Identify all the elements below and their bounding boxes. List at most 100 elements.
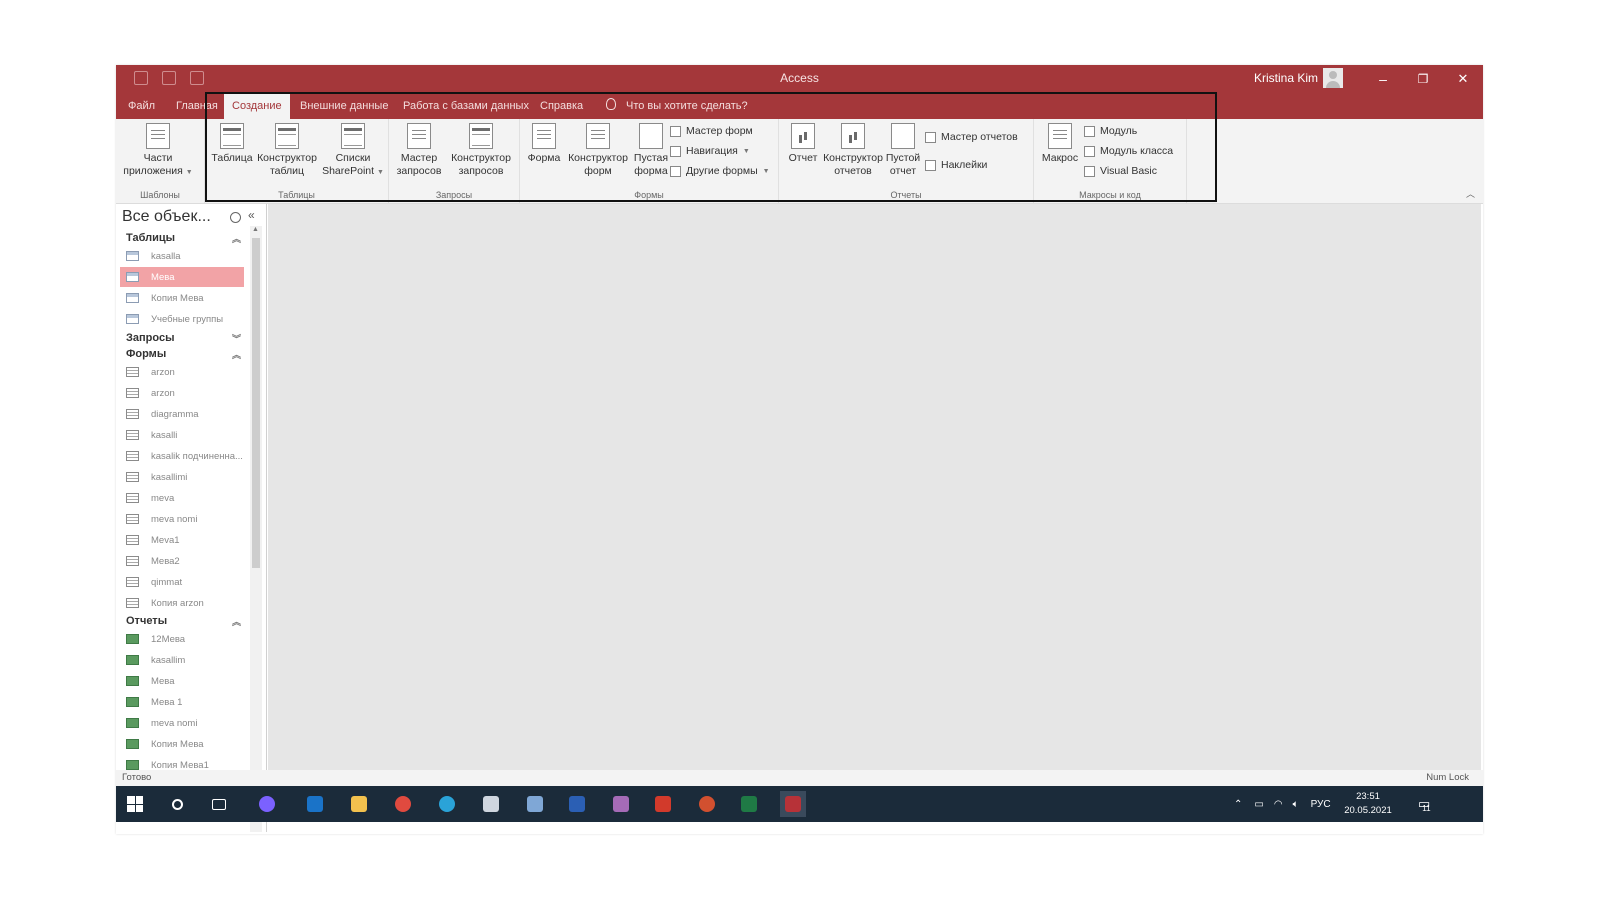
nav-scrollbar[interactable]: ▲ ▼	[250, 226, 262, 832]
powerpoint-icon	[699, 796, 715, 812]
application-parts-button[interactable]: Части приложения ▼	[120, 123, 196, 179]
tab-file[interactable]: Файл	[126, 93, 157, 119]
nav-item-form[interactable]: arzon	[120, 383, 244, 403]
scroll-up-icon[interactable]: ▲	[252, 226, 259, 233]
start-taskbar-button[interactable]	[122, 791, 148, 817]
blank-form-label-2: форма	[634, 165, 668, 177]
nav-item-form[interactable]: arzon	[120, 362, 244, 382]
close-button[interactable]: ✕	[1443, 65, 1483, 93]
blank-report-button[interactable]: Пустой отчет	[883, 123, 923, 178]
restore-button[interactable]: ❐	[1403, 65, 1443, 93]
user-avatar-icon[interactable]	[1323, 68, 1343, 88]
navigation-button[interactable]: Навигация ▼	[670, 145, 750, 157]
nav-pane-title[interactable]: Все объек...	[122, 208, 211, 226]
powerpoint-taskbar-button[interactable]	[694, 791, 720, 817]
battery-icon[interactable]: ▭	[1254, 799, 1263, 810]
tab-external-data[interactable]: Внешние данные	[298, 93, 390, 119]
shutter-bar-collapse-icon[interactable]: «	[248, 208, 255, 222]
report-wizard-button[interactable]: Мастер отчетов	[925, 131, 1018, 143]
form-icon	[126, 514, 139, 524]
nav-item-form[interactable]: kasalli	[120, 425, 244, 445]
nav-item-report[interactable]: Мева	[120, 671, 244, 691]
form-label: Форма	[527, 152, 561, 164]
search-taskbar-button[interactable]	[164, 791, 190, 817]
form-button[interactable]: Форма	[524, 123, 564, 165]
wifi-icon[interactable]: ◠	[1274, 799, 1283, 810]
edge-taskbar-button[interactable]	[434, 791, 460, 817]
file-explorer-taskbar-button[interactable]	[346, 791, 372, 817]
user-name[interactable]: Kristina Kim	[1254, 71, 1318, 85]
nav-section-tables[interactable]: Таблицы ︽	[126, 232, 241, 244]
tab-help[interactable]: Справка	[538, 93, 585, 119]
group-label-macros: Макросы и код	[1079, 190, 1141, 200]
minimize-button[interactable]: –	[1363, 65, 1403, 93]
report-button[interactable]: Отчет	[785, 123, 821, 165]
sharepoint-lists-button[interactable]: Списки SharePoint ▼	[321, 123, 385, 179]
nav-item-table-selected[interactable]: Мева	[120, 267, 244, 287]
nav-item-report[interactable]: meva nomi	[120, 713, 244, 733]
nav-item-report[interactable]: Мева 1	[120, 692, 244, 712]
nav-item-report[interactable]: kasallim	[120, 650, 244, 670]
visual-basic-button[interactable]: Visual Basic	[1084, 165, 1157, 177]
nav-item-report[interactable]: Копия Мева	[120, 734, 244, 754]
form-wizard-button[interactable]: Мастер форм	[670, 125, 753, 137]
nav-item-form[interactable]: meva	[120, 488, 244, 508]
word-taskbar-button[interactable]	[564, 791, 590, 817]
winrar-taskbar-button[interactable]	[608, 791, 634, 817]
acrobat-taskbar-button[interactable]	[650, 791, 676, 817]
volume-icon[interactable]: 🔈︎	[1293, 799, 1299, 810]
nav-item-form[interactable]: Копия arzon	[120, 593, 244, 613]
scrollbar-thumb[interactable]	[252, 238, 260, 568]
query-designer-button[interactable]: Конструктор запросов	[447, 123, 515, 178]
table-designer-button[interactable]: Конструктор таблиц	[255, 123, 319, 178]
blank-form-button[interactable]: Пустая форма	[630, 123, 672, 178]
nav-item-table[interactable]: Копия Мева	[120, 288, 244, 308]
access-taskbar-button[interactable]	[780, 791, 806, 817]
task-view-taskbar-button[interactable]	[206, 791, 232, 817]
form-designer-button[interactable]: Конструктор форм	[566, 123, 630, 178]
notification-center-button[interactable]: ▭ 11	[1418, 786, 1431, 822]
nav-item-form[interactable]: meva nomi	[120, 509, 244, 529]
teams-taskbar-button[interactable]	[254, 791, 280, 817]
collapse-section-icon: ︽	[231, 234, 241, 244]
collapse-ribbon-icon[interactable]: ︿	[1466, 187, 1475, 200]
show-hidden-icons-icon[interactable]: ⌃	[1234, 799, 1242, 810]
language-indicator[interactable]: РУС	[1311, 799, 1331, 810]
nav-item-table[interactable]: kasalla	[120, 246, 244, 266]
other-forms-button[interactable]: Другие формы ▼	[670, 165, 770, 177]
tab-home[interactable]: Главная	[174, 93, 220, 119]
nav-section-queries[interactable]: Запросы ︾	[126, 332, 241, 344]
notification-count: 11	[1422, 803, 1431, 813]
sharepoint-lists-label-1: Списки	[335, 152, 371, 164]
3d-viewer-taskbar-button[interactable]	[478, 791, 504, 817]
nav-item-form[interactable]: Meva1	[120, 530, 244, 550]
report-icon	[126, 760, 139, 770]
module-button[interactable]: Модуль	[1084, 125, 1137, 137]
chrome-taskbar-button[interactable]	[390, 791, 416, 817]
table-button[interactable]: Таблица	[211, 123, 253, 165]
search-icon[interactable]	[230, 212, 241, 223]
tab-database-tools[interactable]: Работа с базами данных	[401, 93, 531, 119]
nav-section-reports[interactable]: Отчеты ︽	[126, 615, 241, 627]
nav-item-report[interactable]: 12Мева	[120, 629, 244, 649]
report-designer-button[interactable]: Конструктор отчетов	[821, 123, 885, 178]
nav-section-forms[interactable]: Формы ︽	[126, 348, 241, 360]
nav-item-form[interactable]: diagramma	[120, 404, 244, 424]
class-module-button[interactable]: Модуль класса	[1084, 145, 1173, 157]
clock[interactable]: 23:51 20.05.2021	[1338, 790, 1398, 818]
outlook-taskbar-button[interactable]	[302, 791, 328, 817]
labels-button[interactable]: Наклейки	[925, 159, 987, 171]
nav-item-label: meva nomi	[151, 513, 198, 525]
nav-item-form[interactable]: Mева2	[120, 551, 244, 571]
report-wizard-label: Мастер отчетов	[941, 131, 1018, 143]
nav-item-form[interactable]: qimmat	[120, 572, 244, 592]
query-wizard-button[interactable]: Мастер запросов	[393, 123, 445, 178]
tab-create[interactable]: Создание	[224, 93, 290, 119]
nav-item-table[interactable]: Учебные группы	[120, 309, 244, 329]
excel-taskbar-button[interactable]	[736, 791, 762, 817]
tell-me-search[interactable]: Что вы хотите сделать?	[624, 93, 750, 119]
nav-item-form[interactable]: kasalik подчиненна...	[120, 446, 244, 466]
macro-button[interactable]: Макрос	[1038, 123, 1082, 165]
snip-taskbar-button[interactable]	[522, 791, 548, 817]
nav-item-form[interactable]: kasallimi	[120, 467, 244, 487]
